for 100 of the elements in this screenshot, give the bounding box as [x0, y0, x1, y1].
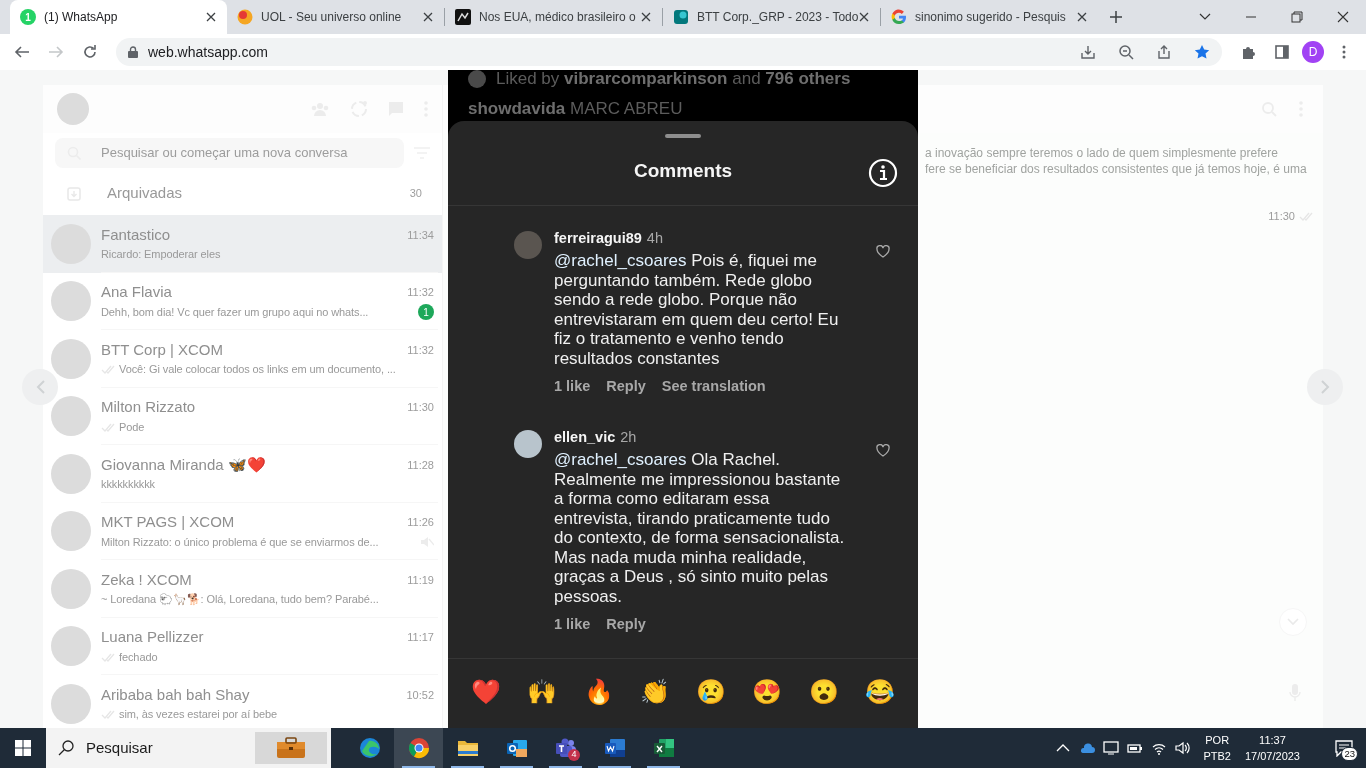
tab-badge: 1	[20, 9, 36, 25]
comment-header: ellen_vic 2h	[554, 428, 638, 446]
zoom-out-icon	[1118, 44, 1134, 60]
emoji-reaction[interactable]: 🙌	[527, 677, 558, 707]
chat-preview: fechado	[119, 649, 159, 665]
search-icon	[58, 740, 74, 756]
caption-text: showdavida MARC ABREU	[468, 100, 684, 118]
emoji-reaction[interactable]: 😢	[696, 677, 727, 707]
chat-name: Giovanna Miranda 🦋❤	[101, 454, 267, 475]
spreadsheet-app-icon	[651, 736, 676, 760]
profile-avatar[interactable]: D	[1302, 41, 1324, 63]
emoji-reaction[interactable]: 🔥	[583, 677, 614, 707]
chat-item[interactable]: Milton Rizzato 11:30 Pode	[43, 387, 442, 445]
chat-preview: ~ Loredana 🐑🦙🐕: Olá, Loredana, tudo bem? Parabé...	[101, 592, 380, 608]
speaker-icon[interactable]	[1175, 740, 1192, 756]
info-button[interactable]	[868, 158, 898, 188]
chat-time: 11:28	[407, 457, 434, 473]
like-button[interactable]	[876, 244, 890, 258]
emoji-reaction[interactable]: 😮	[808, 677, 839, 707]
google-icon	[891, 9, 907, 25]
heart-icon	[876, 244, 890, 258]
chat-name: MKT PAGS | XCOM	[101, 512, 236, 533]
chat-item[interactable]: Zeka ! XCOM 11:19 ~ Loredana 🐑🦙🐕: Olá, Loredana, tudo bem? Parabé...	[43, 560, 442, 618]
likes-link[interactable]: 1 like	[554, 376, 591, 396]
chat-name: Ana Flavia	[101, 282, 173, 303]
browser-tab[interactable]: 1 (1) WhatsApp	[10, 0, 227, 34]
chat-item[interactable]: Ana Flavia 11:32 Dehh, bom dia! Vc quer fazer um grupo aqui no whats... 1	[43, 272, 442, 330]
likes-link[interactable]: 1 like	[554, 614, 591, 634]
browser-tab[interactable]: sinonimo sugerido - Pesquis	[881, 0, 1098, 34]
message-text: fere se beneficiar dos resultados consistentes que já temos hoje, é uma	[925, 161, 1307, 177]
chat-preview: Pode	[119, 419, 146, 435]
comment-text: @rachel_csoares Ola Rachel. Realmente me impressionou bastante a forma como editaram essa entrevista, tirando praticamente tudo do contexto, de forma sensacionalista. Mas nada muda minha realidade, graças a Deus , só sinto muito pelas pessoas.	[554, 450, 846, 606]
chat-name: BTT Corp | XCOM	[101, 339, 224, 360]
chat-time: 11:34	[407, 227, 434, 243]
contact-avatar	[51, 568, 91, 609]
browser-tab[interactable]: UOL - Seu universo online	[227, 0, 444, 34]
chat-time: 11:17	[407, 630, 434, 646]
emoji-reaction[interactable]: 😍	[752, 677, 783, 707]
plus-icon	[1110, 11, 1122, 23]
contact-avatar	[51, 683, 91, 724]
reply-link[interactable]: Reply	[606, 376, 646, 396]
widget-button[interactable]	[255, 732, 327, 764]
chat-time: 11:32	[407, 285, 434, 301]
chat-preview: Milton Rizzato: o único problema é que se enviarmos de...	[101, 534, 380, 550]
taskbar-search[interactable]: Pesquisar	[46, 728, 331, 768]
close-icon	[859, 12, 869, 22]
chat-item[interactable]: BTT Corp | XCOM 11:32 Você: Gi vale colocar todos os links em um documento, ...	[43, 330, 442, 388]
browser-tab[interactable]: Nos EUA, médico brasileiro o	[445, 0, 662, 34]
chrome-icon	[406, 736, 431, 760]
chat-item[interactable]: Giovanna Miranda 🦋❤ 11:28 kkkkkkkkkk	[43, 445, 442, 503]
chevron-left-icon	[35, 380, 45, 394]
notification-center-button[interactable]: 23	[1322, 728, 1366, 768]
message-time: 11:30	[1268, 209, 1295, 224]
notification-count: 23	[1341, 747, 1358, 761]
emoji-reaction[interactable]: ❤	[471, 677, 502, 707]
briefcase-icon	[276, 737, 306, 759]
contact-avatar	[51, 511, 91, 552]
language-indicator[interactable]: POR	[1203, 732, 1231, 748]
edge-icon	[357, 736, 382, 760]
browser-tab[interactable]: BTT Corp._GRP - 2023 - Todo	[663, 0, 880, 34]
chat-preview: Ricardo: Empoderar eles	[101, 247, 222, 263]
clock-time[interactable]: 11:37	[1244, 732, 1300, 748]
emoji-reaction[interactable]: 😂	[864, 677, 895, 707]
address-bar[interactable]: web.whatsapp.com	[116, 38, 1222, 66]
close-icon	[206, 12, 216, 22]
translation-link[interactable]: See translation	[661, 376, 766, 396]
chat-item[interactable]: MKT PAGS | XCOM 11:26 Milton Rizzato: o único problema é que se enviarmos de...	[43, 502, 442, 560]
like-button[interactable]	[876, 443, 890, 457]
user-avatar[interactable]	[514, 430, 542, 458]
share-icon	[1156, 44, 1172, 60]
restore-icon	[1291, 11, 1303, 23]
chat-preview: Dehh, bom dia! Vc quer fazer um grupo aqui no whats...	[101, 304, 370, 320]
chat-name: Zeka ! XCOM	[101, 569, 193, 590]
emoji-reaction[interactable]: 👏	[639, 677, 670, 707]
comment-text: @rachel_csoares Pois é, fiquei me perguntando também. Rede globo sendo a rede globo. Porque não entrevistaram em quem deu certo! Eu fiz o tratamento e venho tendo resultados constantes	[554, 251, 840, 368]
taskbar-app[interactable]	[394, 728, 443, 768]
chat-time: 11:32	[407, 342, 434, 358]
drag-handle[interactable]	[665, 134, 701, 138]
reply-link[interactable]: Reply	[606, 614, 646, 634]
puzzle-icon	[1240, 44, 1256, 60]
cloud-icon[interactable]	[1079, 740, 1096, 756]
clock-date[interactable]: 17/07/2023	[1244, 748, 1300, 764]
contact-avatar	[51, 453, 91, 494]
chat-preview: sim, às vezes estarei por aí bebe	[119, 707, 279, 723]
info-icon	[868, 158, 898, 188]
image-icon	[455, 9, 471, 25]
monitor-icon[interactable]	[1103, 740, 1120, 756]
search-field[interactable]: Pesquisar ou começar uma nova conversa	[55, 137, 404, 168]
taskbar-app[interactable]: 4	[541, 728, 590, 768]
unread-badge: 1	[418, 304, 434, 320]
close-icon	[423, 12, 433, 22]
forward-arrow-icon	[48, 44, 64, 60]
heart-icon	[876, 443, 890, 457]
likes-text: Liked by vibrarcomparkinson and 796 others	[496, 70, 851, 88]
notification-badge: 4	[568, 749, 580, 761]
chat-name: Aribaba bah bah Shay	[101, 684, 251, 705]
contact-avatar	[51, 626, 91, 667]
contact-avatar	[51, 281, 91, 322]
chat-item[interactable]: Luana Pellizzer 11:17 fechado	[43, 617, 442, 675]
keyboard-layout[interactable]: PTB2	[1203, 748, 1231, 764]
